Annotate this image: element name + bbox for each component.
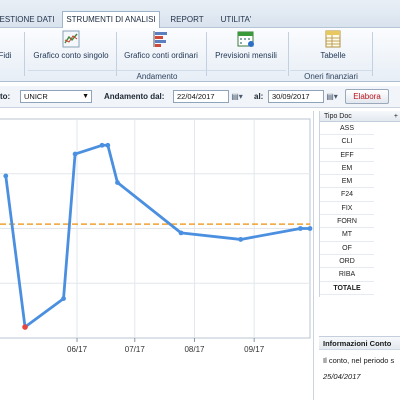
table-body: ASS CLI EFF EM EM F24 FIX FORN MT OF ORD RIBA TOTALE: [320, 122, 400, 295]
table-row[interactable]: FORN: [320, 215, 374, 229]
fidi-label: Fidi: [0, 51, 12, 60]
data-point-marker: [307, 226, 313, 231]
info-text: Il conto, nel periodo s: [323, 356, 395, 365]
date-to-value: 30/09/2017: [272, 92, 310, 101]
table-row[interactable]: FIX: [320, 202, 374, 216]
min-point-marker: [22, 324, 28, 330]
fidi-icon: [0, 30, 14, 48]
table-row[interactable]: MT: [320, 228, 374, 242]
x-tick-label: 07/17: [125, 345, 146, 354]
table-row[interactable]: ORD: [320, 255, 374, 269]
line-chart-icon: [62, 30, 80, 48]
chart-panel: 06/17 07/17 08/17 09/17: [0, 111, 314, 400]
ribbon: Fidi Grafico conto singolo Grafico conti…: [0, 28, 400, 82]
date-to-input[interactable]: 30/09/2017: [268, 90, 324, 103]
grafico-conto-singolo-button[interactable]: Grafico conto singolo: [28, 30, 114, 68]
table-row[interactable]: F24: [320, 188, 374, 202]
info-date: 25/04/2017: [323, 372, 361, 381]
bar-chart-icon: [153, 31, 167, 47]
x-tick-label: 09/17: [244, 345, 265, 354]
al-label: al:: [254, 92, 264, 101]
date-from-input[interactable]: 22/04/2017: [173, 90, 229, 103]
filter-bar: to: UNICR ▼ Andamento dal: 22/04/2017 ▤▾…: [0, 86, 400, 108]
table-row[interactable]: TOTALE: [320, 282, 374, 295]
chevron-down-icon: ▼: [82, 93, 89, 100]
ribbon-separator: [24, 32, 25, 76]
date-from-value: 22/04/2017: [177, 92, 215, 101]
grafico-conto-singolo-label: Grafico conto singolo: [33, 51, 109, 60]
tab-utilita[interactable]: UTILITA': [214, 12, 258, 28]
group-label-oneri-finanziari: Oneri finanziari: [290, 70, 372, 81]
tab-strumenti-di-analisi[interactable]: STRUMENTI DI ANALISI: [62, 11, 160, 29]
andamento-dal-label: Andamento dal:: [104, 92, 165, 101]
data-point-marker: [61, 296, 66, 301]
table-row[interactable]: ASS: [320, 122, 374, 136]
ribbon-separator: [372, 32, 373, 76]
conto-select-value: UNICR: [24, 92, 48, 101]
tabelle-button[interactable]: Tabelle: [300, 30, 366, 68]
data-point-marker: [238, 237, 244, 242]
table-header-label: Tipo Doc: [324, 113, 352, 120]
group-label-andamento: Andamento: [28, 70, 286, 81]
data-point-marker: [3, 173, 9, 179]
fidi-button[interactable]: Fidi: [0, 30, 16, 68]
table-row[interactable]: EM: [320, 175, 374, 189]
data-point-marker: [115, 180, 120, 185]
calendar-from-icon[interactable]: ▤▾: [230, 90, 244, 103]
tipo-doc-table: Tipo Doc + ASS CLI EFF EM EM F24 FIX FORN MT OF OR…: [319, 111, 400, 297]
table-row[interactable]: EM: [320, 162, 374, 176]
info-panel: Informazioni Conto Il conto, nel periodo…: [319, 336, 400, 400]
data-point-marker: [297, 226, 303, 231]
tabelle-label: Tabelle: [320, 51, 346, 60]
calendar-to-icon[interactable]: ▤▾: [325, 90, 339, 103]
conto-label: to:: [0, 92, 11, 101]
table-header: Tipo Doc +: [320, 111, 400, 122]
info-title: Informazioni Conto: [319, 337, 400, 350]
balance-line-chart: 06/17 07/17 08/17 09/17: [0, 118, 313, 354]
table-row[interactable]: RIBA: [320, 268, 374, 282]
data-point-marker: [72, 151, 78, 157]
table-row[interactable]: EFF: [320, 149, 374, 162]
grafico-conti-ordinari-label: Grafico conti ordinari: [124, 51, 198, 60]
conto-select[interactable]: UNICR ▼: [20, 90, 92, 103]
data-point-marker: [99, 142, 105, 148]
ribbon-separator: [288, 32, 289, 76]
previsioni-mensili-button[interactable]: Previsioni mensili: [210, 30, 282, 68]
grafico-conti-ordinari-button[interactable]: Grafico conti ordinari: [118, 30, 204, 68]
table-icon: [325, 30, 341, 48]
data-point-marker: [178, 230, 184, 236]
x-tick-label: 08/17: [184, 345, 205, 354]
previsioni-mensili-label: Previsioni mensili: [215, 51, 277, 60]
x-tick-label: 06/17: [67, 345, 88, 354]
table-row[interactable]: OF: [320, 242, 374, 255]
table-row[interactable]: CLI: [320, 135, 374, 149]
elabora-button[interactable]: Elabora: [345, 89, 389, 104]
tab-report[interactable]: REPORT: [166, 12, 208, 28]
expand-icon[interactable]: +: [394, 111, 398, 122]
data-point-marker: [105, 142, 111, 148]
menu-bar: ESTIONE DATI STRUMENTI DI ANALISI REPORT…: [0, 0, 400, 29]
tab-gestione-dati[interactable]: ESTIONE DATI: [0, 12, 56, 28]
calendar-forecast-icon: [237, 31, 254, 47]
